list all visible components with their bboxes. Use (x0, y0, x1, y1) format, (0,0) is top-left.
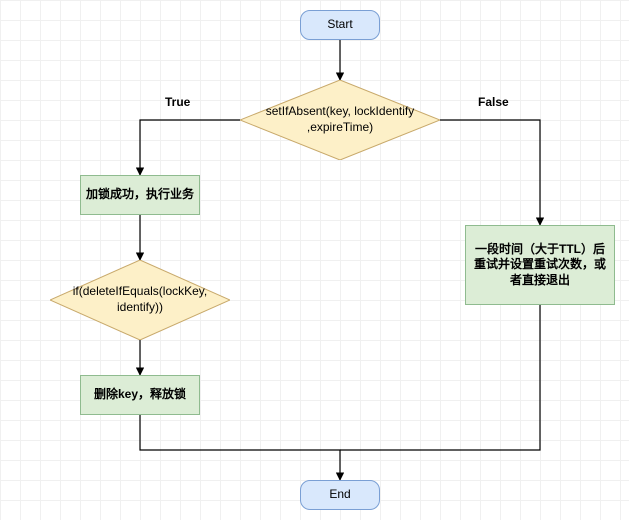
decision1-label: setIfAbsent(key, lockIdentify ,expireTim… (240, 104, 440, 135)
decision-deleteifequals: if(deleteIfEquals(lockKey, identify)) (50, 260, 230, 340)
end-node: End (300, 480, 380, 510)
edge-label-true: True (165, 95, 190, 109)
decision2-label: if(deleteIfEquals(lockKey, identify)) (50, 284, 230, 315)
process3-label: 一段时间（大于TTL）后重试并设置重试次数，或者直接退出 (470, 242, 610, 289)
process-retry-exit: 一段时间（大于TTL）后重试并设置重试次数，或者直接退出 (465, 225, 615, 305)
end-label: End (329, 487, 350, 503)
edge-label-false: False (478, 95, 509, 109)
decision-setifabsent: setIfAbsent(key, lockIdentify ,expireTim… (240, 80, 440, 160)
process-lock-success: 加锁成功，执行业务 (80, 175, 200, 215)
start-node: Start (300, 10, 380, 40)
process2-label: 删除key，释放锁 (94, 387, 186, 403)
process-delete-key: 删除key，释放锁 (80, 375, 200, 415)
process1-label: 加锁成功，执行业务 (86, 187, 194, 203)
start-label: Start (327, 17, 352, 33)
